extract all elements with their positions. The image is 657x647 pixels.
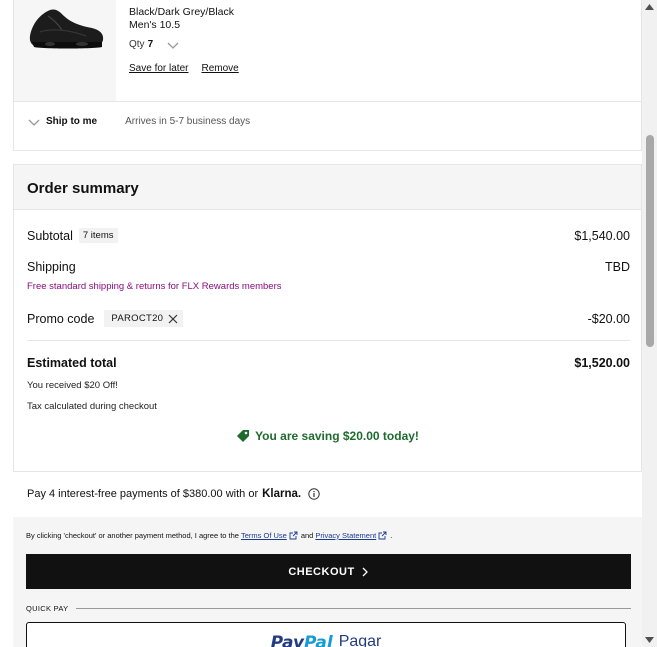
- item-actions: Save for later Remove: [129, 63, 239, 74]
- checkout-panel: By clicking 'checkout' or another paymen…: [13, 517, 642, 647]
- close-icon[interactable]: [168, 314, 178, 324]
- estimated-total-value: $1,520.00: [574, 356, 630, 370]
- tag-icon: [237, 430, 250, 442]
- external-link-icon: [378, 531, 387, 540]
- shipping-row: Shipping TBD: [27, 260, 630, 274]
- free-shipping-note: Free standard shipping & returns for FLX…: [27, 281, 282, 292]
- order-summary-header: Order summary: [14, 165, 641, 210]
- qty-label: Qty: [129, 39, 145, 50]
- order-summary: Order summary Subtotal 7 items $1,540.00…: [13, 164, 642, 472]
- quick-pay-label: QUICK PAY: [26, 604, 69, 613]
- order-summary-title: Order summary: [27, 180, 139, 197]
- discount-note: You received $20 Off!: [27, 380, 118, 391]
- checkout-button[interactable]: CHECKOUT: [26, 554, 631, 589]
- product-size: Men's 10.5: [129, 19, 181, 31]
- scrollbar-thumb[interactable]: [646, 135, 654, 347]
- paypal-button[interactable]: Pay Pal Pagar: [26, 622, 626, 647]
- estimated-total-row: Estimated total $1,520.00: [27, 356, 630, 370]
- terms-suffix: .: [390, 531, 393, 540]
- checkout-label: CHECKOUT: [288, 565, 355, 578]
- product-color: Black/Dark Grey/Black: [129, 6, 235, 18]
- promo-row: Promo code PAROCT20 -$20.00: [27, 310, 630, 327]
- saving-message: You are saving $20.00 today!: [255, 429, 419, 443]
- subtotal-value: $1,540.00: [574, 228, 630, 243]
- estimated-total-label: Estimated total: [27, 356, 117, 370]
- paypal-logo-part1: Pay: [270, 633, 305, 647]
- divider: [27, 340, 630, 341]
- privacy-statement-link[interactable]: Privacy Statement: [315, 531, 376, 540]
- terms-of-use-link[interactable]: Terms Of Use: [241, 531, 287, 540]
- paypal-action: Pagar: [338, 633, 382, 647]
- scroll-down-icon[interactable]: [645, 637, 654, 643]
- terms-prefix: By clicking 'checkout' or another paymen…: [26, 531, 239, 540]
- paypal-logo-part2: Pal: [304, 633, 333, 647]
- promo-value: -$20.00: [587, 311, 630, 326]
- promo-chip: PAROCT20: [104, 310, 184, 327]
- item-count-badge: 7 items: [78, 228, 118, 243]
- product-details: Black/Dark Grey/Black Men's 10.5: [129, 6, 234, 32]
- external-link-icon: [289, 531, 298, 540]
- remove-link[interactable]: Remove: [201, 63, 238, 74]
- product-image-panel: [14, 0, 116, 102]
- promo-label: Promo code: [27, 311, 95, 326]
- ship-to-me-label[interactable]: Ship to me: [46, 116, 97, 127]
- shipping-label: Shipping: [27, 260, 76, 274]
- shipping-option[interactable]: Ship to me Arrives in 5-7 business days: [28, 116, 250, 127]
- scroll-up-icon[interactable]: [645, 4, 654, 10]
- ship-eta: Arrives in 5-7 business days: [125, 116, 251, 127]
- quantity-selector[interactable]: Qty 7: [129, 39, 179, 50]
- quick-pay-divider: QUICK PAY: [26, 604, 631, 613]
- divider: [14, 101, 641, 102]
- chevron-right-icon: [362, 567, 368, 576]
- subtotal-label: Subtotal: [27, 228, 73, 243]
- klarna-promo: Pay 4 interest-free payments of $380.00 …: [27, 488, 320, 500]
- tax-note: Tax calculated during checkout: [27, 401, 157, 412]
- scrollbar[interactable]: [642, 0, 657, 647]
- sneaker-icon[interactable]: [26, 2, 106, 54]
- terms-and: and: [300, 531, 314, 540]
- terms-notice: By clicking 'checkout' or another paymen…: [26, 531, 392, 540]
- klarna-logo: Klarna.: [262, 488, 302, 500]
- divider: [76, 608, 631, 609]
- subtotal-row: Subtotal 7 items $1,540.00: [27, 228, 630, 243]
- save-for-later-link[interactable]: Save for later: [129, 63, 188, 74]
- promo-code: PAROCT20: [111, 313, 164, 324]
- chevron-down-icon[interactable]: [167, 40, 179, 50]
- info-icon[interactable]: [308, 488, 320, 500]
- shipping-value: TBD: [605, 260, 630, 274]
- chevron-down-icon[interactable]: [28, 117, 40, 127]
- saving-banner: You are saving $20.00 today!: [14, 429, 641, 443]
- qty-value[interactable]: 7: [148, 39, 154, 50]
- cart-item-card: Black/Dark Grey/Black Men's 10.5 Qty 7 S…: [13, 0, 642, 151]
- klarna-text: Pay 4 interest-free payments of $380.00 …: [27, 488, 259, 500]
